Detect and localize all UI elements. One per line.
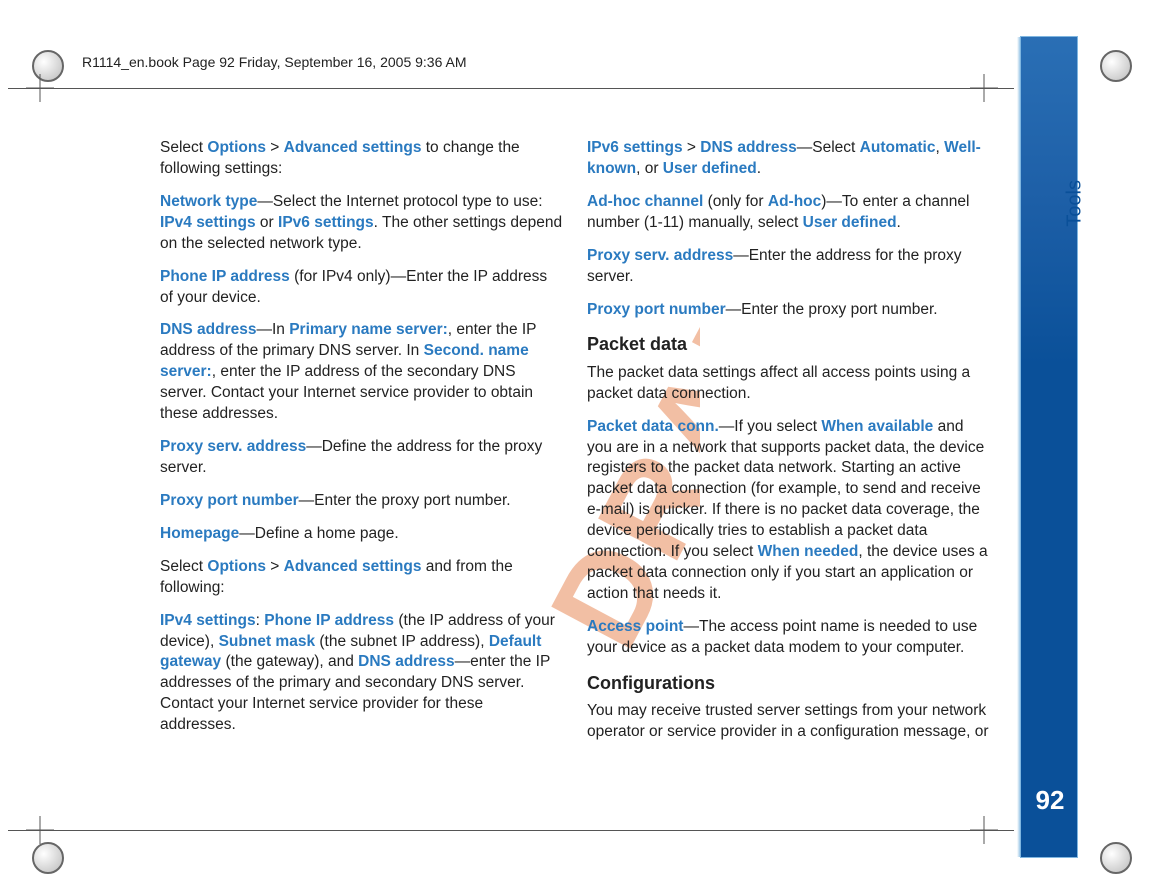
page-content: Select Options > Advanced settings to ch… <box>160 138 990 755</box>
dns-address-link: DNS address <box>700 139 796 156</box>
ipv4-settings-link: IPv4 settings <box>160 214 256 231</box>
advanced-settings-link: Advanced settings <box>284 558 422 575</box>
crop-mark-icon <box>26 74 54 102</box>
para: Homepage—Define a home page. <box>160 524 563 545</box>
para: Proxy serv. address—Enter the address fo… <box>587 246 990 288</box>
configurations-heading: Configurations <box>587 671 990 695</box>
para: Proxy port number—Enter the proxy port n… <box>160 491 563 512</box>
header-path: R1114_en.book Page 92 Friday, September … <box>82 54 466 70</box>
para: Select Options > Advanced settings to ch… <box>160 138 563 180</box>
side-band <box>1020 36 1078 858</box>
user-defined-link: User defined <box>803 214 897 231</box>
proxy-port-number-link: Proxy port number <box>587 301 726 318</box>
para: You may receive trusted server settings … <box>587 701 990 743</box>
network-type-link: Network type <box>160 193 257 210</box>
page-number: 92 <box>1030 785 1070 816</box>
ipv6-settings-link: IPv6 settings <box>587 139 683 156</box>
ad-hoc-channel-link: Ad-hoc channel <box>587 193 703 210</box>
packet-data-conn-link: Packet data conn. <box>587 418 719 435</box>
homepage-link: Homepage <box>160 525 239 542</box>
primary-name-server-link: Primary name server: <box>289 321 448 338</box>
right-column: IPv6 settings > DNS address—Select Autom… <box>587 138 990 755</box>
left-column: Select Options > Advanced settings to ch… <box>160 138 563 755</box>
para: Ad-hoc channel (only for Ad-hoc)—To ente… <box>587 192 990 234</box>
para: The packet data settings affect all acce… <box>587 363 990 405</box>
page-rule-bottom <box>8 830 1014 831</box>
access-point-link: Access point <box>587 618 683 635</box>
proxy-serv-address-link: Proxy serv. address <box>587 247 733 264</box>
crop-mark-icon <box>970 816 998 844</box>
para: Proxy serv. address—Define the address f… <box>160 437 563 479</box>
para: Packet data conn.—If you select When ava… <box>587 417 990 605</box>
proxy-serv-address-link: Proxy serv. address <box>160 438 306 455</box>
binder-ring-icon <box>1100 50 1132 82</box>
dns-address-link: DNS address <box>160 321 256 338</box>
para: Select Options > Advanced settings and f… <box>160 557 563 599</box>
dns-address-link: DNS address <box>358 653 454 670</box>
ad-hoc-link: Ad-hoc <box>768 193 821 210</box>
para: Proxy port number—Enter the proxy port n… <box>587 300 990 321</box>
advanced-settings-link: Advanced settings <box>284 139 422 156</box>
ipv6-settings-link: IPv6 settings <box>278 214 374 231</box>
binder-ring-icon <box>1100 842 1132 874</box>
binder-ring-icon <box>32 842 64 874</box>
page-rule-top <box>8 88 1014 89</box>
options-link: Options <box>207 558 266 575</box>
when-available-link: When available <box>821 418 933 435</box>
crop-mark-icon <box>970 74 998 102</box>
para: Network type—Select the Internet protoco… <box>160 192 563 255</box>
para: IPv4 settings: Phone IP address (the IP … <box>160 611 563 737</box>
user-defined-link: User defined <box>663 160 757 177</box>
automatic-link: Automatic <box>860 139 936 156</box>
crop-mark-icon <box>26 816 54 844</box>
para: Phone IP address (for IPv4 only)—Enter t… <box>160 267 563 309</box>
options-link: Options <box>207 139 266 156</box>
ipv4-settings-link: IPv4 settings <box>160 612 256 629</box>
para: DNS address—In Primary name server:, ent… <box>160 320 563 425</box>
section-tab-label: Tools <box>1064 180 1087 227</box>
proxy-port-number-link: Proxy port number <box>160 492 299 509</box>
para: IPv6 settings > DNS address—Select Autom… <box>587 138 990 180</box>
phone-ip-address-link: Phone IP address <box>160 268 290 285</box>
packet-data-heading: Packet data <box>587 332 990 356</box>
when-needed-link: When needed <box>758 543 859 560</box>
subnet-mask-link: Subnet mask <box>219 633 315 650</box>
phone-ip-address-link: Phone IP address <box>264 612 394 629</box>
para: Access point—The access point name is ne… <box>587 617 990 659</box>
